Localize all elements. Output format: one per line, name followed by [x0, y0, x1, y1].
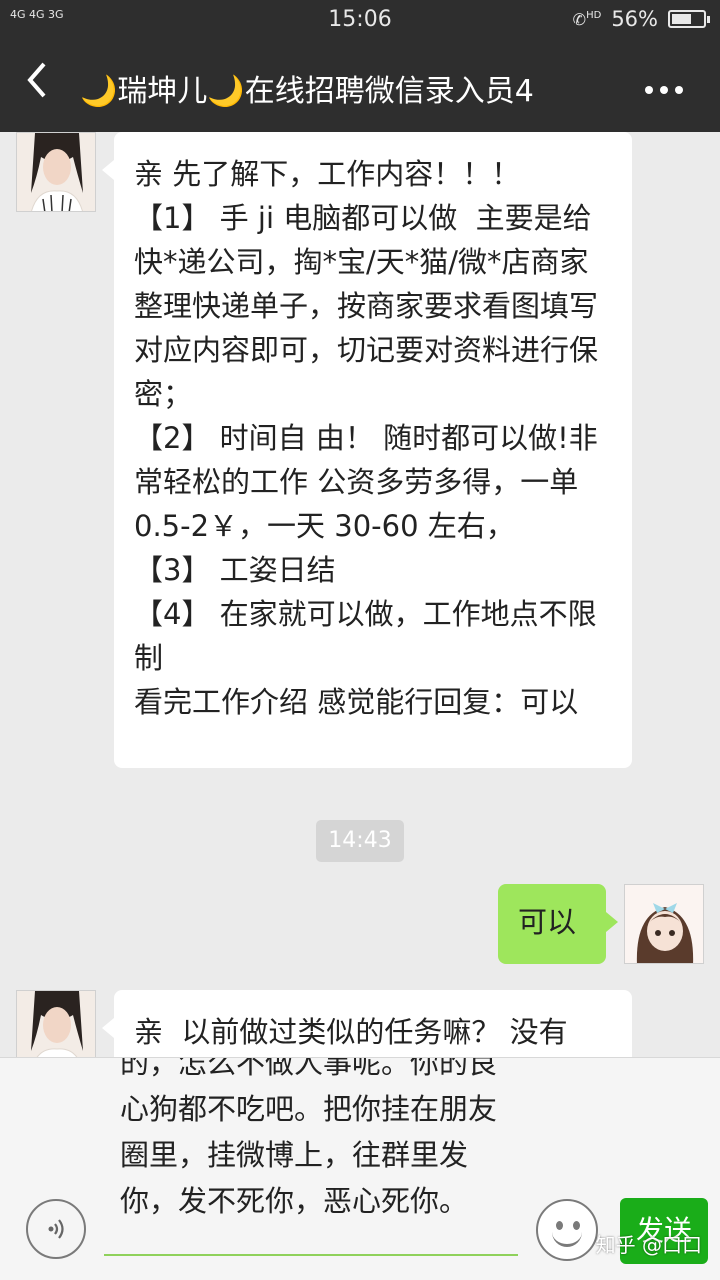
message-text: 亲 先了解下，工作内容！！！ 【1】 手 ji 电脑都可以做 主要是给快*递公司… — [134, 157, 599, 719]
emoji-eye — [556, 1221, 563, 1230]
message-bubble-received[interactable]: 亲 以前做过类似的任务嘛？ 没有 — [102, 990, 632, 1057]
watermark: 知乎 @口口 — [595, 1233, 702, 1257]
back-icon[interactable] — [26, 62, 48, 107]
contact-avatar[interactable] — [16, 132, 96, 212]
hd-label: HD — [586, 9, 602, 21]
more-options-icon[interactable] — [644, 64, 684, 104]
message-text: 亲 以前做过类似的任务嘛？ 没有 — [134, 1015, 568, 1049]
chat-title: 🌙瑞坤儿🌙在线招聘微信录入员4 — [80, 74, 534, 109]
phone-hd-icon: ✆HD — [572, 9, 602, 29]
input-bar: 的，怎么不做人事呢。你的良心狗都不吃吧。把你挂在朋友圈里，挂微博上，往群里发你，… — [0, 1057, 720, 1280]
chat-header: 🌙瑞坤儿🌙在线招聘微信录入员4 — [0, 40, 720, 132]
battery-icon — [668, 10, 710, 28]
message-text: 可以 — [518, 905, 577, 939]
chat-messages[interactable]: 亲 先了解下，工作内容！！！ 【1】 手 ji 电脑都可以做 主要是给快*递公司… — [0, 132, 720, 1057]
message-bubble-sent[interactable]: 可以 — [498, 884, 618, 964]
emoji-icon[interactable] — [536, 1199, 598, 1261]
message-bubble-received[interactable]: 亲 先了解下，工作内容！！！ 【1】 手 ji 电脑都可以做 主要是给快*递公司… — [102, 132, 632, 768]
battery-percent: 56% — [611, 7, 658, 31]
message-input[interactable]: 的，怎么不做人事呢。你的良心狗都不吃吧。把你挂在朋友圈里，挂微博上，往群里发你，… — [104, 1058, 518, 1256]
user-avatar[interactable] — [624, 884, 704, 964]
emoji-eye — [573, 1221, 580, 1230]
status-right: ✆HD 56% — [572, 7, 710, 31]
emoji-mouth — [552, 1231, 582, 1247]
contact-avatar[interactable] — [16, 990, 96, 1057]
voice-input-icon[interactable] — [26, 1199, 86, 1259]
message-timestamp: 14:43 — [316, 820, 404, 862]
status-bar: 4G 4G 3G 15:06 ✆HD 56% — [0, 0, 720, 40]
battery-fill — [672, 14, 691, 24]
